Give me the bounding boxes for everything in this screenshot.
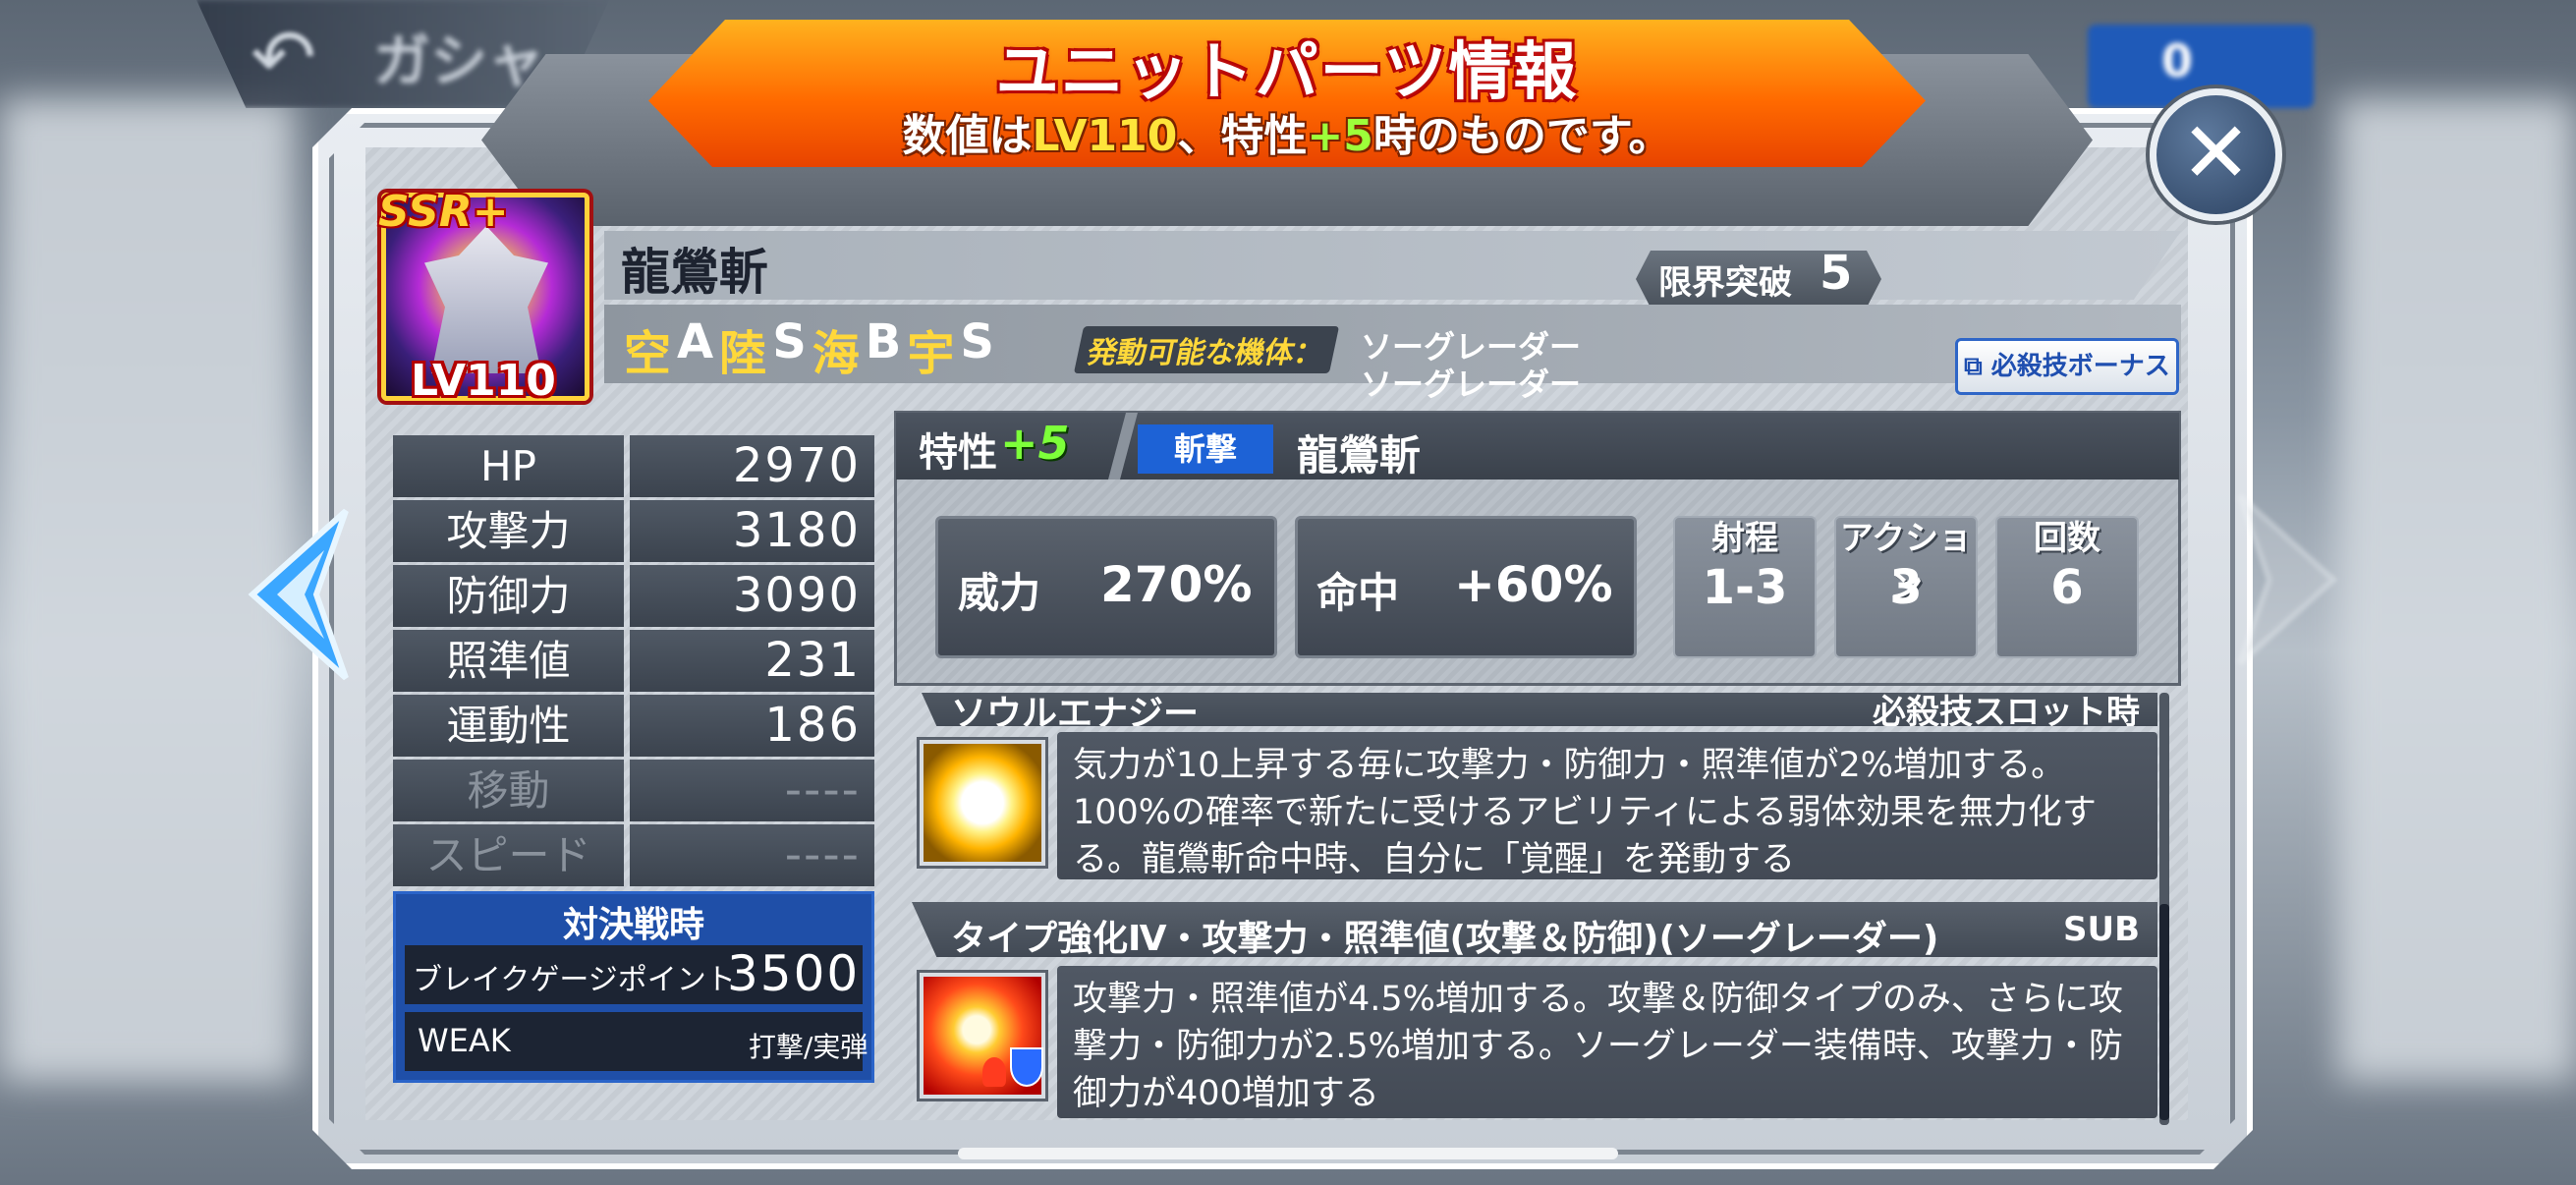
subtitle-level: LV110 [1032,111,1178,161]
ability-list[interactable]: ソウルエナジー 必殺技スロット時 気力が10上昇する毎に攻撃力・防御力・照準値が… [912,693,2179,1130]
stat-row-hp: HP 2970 [393,435,874,497]
accuracy-value: +60% [1454,556,1613,613]
stat-label: 照準値 [393,630,624,692]
stat-value: 231 [630,630,874,692]
terrain-ranks: 空A 陸S 海B 宇S [624,314,994,383]
terrain-land-label: 陸 [719,326,767,381]
skill-header [896,413,2179,480]
stat-label: 移動 [393,760,624,821]
stat-row-aim: 照準値 231 [393,630,874,692]
range-label: 射程 [1711,519,1778,558]
action-value: 3 [1889,560,1923,615]
stat-label: 防御力 [393,565,624,627]
ability-header: ソウルエナジー 必殺技スロット時 [912,693,2157,726]
next-arrow-icon[interactable] [2230,491,2338,668]
power-label: 威力 [958,569,1041,617]
shield-icon [1010,1047,1043,1087]
terrain-sea-rank: B [865,314,902,369]
stat-row-mobility: 運動性 186 [393,695,874,757]
ability-title: タイプ強化Ⅳ・攻撃力・照準値(攻撃＆防御)(ソーグレーダー) [951,919,1939,959]
stat-value: ---- [630,760,874,821]
terrain-air-label: 空 [624,326,672,381]
game-screen: ↶ ガシャ 0 ユニットパーツ情報 数値はLV110、特性+5時のものです。 ✕… [0,0,2576,1185]
currency-text: 0 [2161,34,2194,87]
back-arrow-icon[interactable]: ↶ [251,12,316,103]
subtitle-plus: +5 [1307,111,1373,161]
stat-label: スピード [393,824,624,886]
break-gauge-label: ブレイクゲージポイント [413,963,736,997]
terrain-land-rank: S [772,314,807,369]
trait-label: 特性 [919,430,997,476]
stat-value: 3090 [630,565,874,627]
terrain-space-label: 宇 [907,326,955,381]
power-value: 270% [1100,556,1253,613]
compatible-unit: ソーグレーダー [1361,366,1582,403]
limit-break-value: 5 [1820,246,1853,301]
subtitle-prefix: 数値は [902,111,1033,161]
subtitle-suffix: 時のものです。 [1372,111,1672,161]
weak-label: WEAK [418,1022,511,1059]
prev-arrow-icon[interactable] [248,506,356,683]
rarity-badge: SSR+ [378,187,509,237]
stat-row-speed: スピード ---- [393,824,874,886]
unit-name: 龍鶯斬 [621,244,768,301]
flame-icon [982,1057,1006,1087]
attack-type-badge: 斬撃 [1138,424,1273,474]
back-label: ガシャ [373,28,545,94]
stats-table: HP 2970 攻撃力 3180 防御力 3090 照準値 231 運動性 186 移動 -… [393,435,874,889]
name-strip [604,231,2181,300]
stat-row-defense: 防御力 3090 [393,565,874,627]
terrain-space-rank: S [960,314,994,369]
ability-tag: SUB [2062,910,2140,949]
close-button[interactable]: ✕ [2150,88,2282,221]
accuracy-label: 命中 [1316,569,1400,617]
level-badge: LV110 [411,356,556,406]
subtitle-mid: 、特性 [1177,111,1308,161]
sun-burst-icon [920,740,1045,866]
stat-label: 攻撃力 [393,500,624,562]
count-label: 回数 [2034,519,2100,558]
panel-subtitle: 数値はLV110、特性+5時のものです。 [648,100,1926,163]
trait-plus: +5 [1000,417,1070,470]
special-bonus-button[interactable]: ⧉ 必殺技ボーナス [1955,338,2179,395]
special-bonus-label: 必殺技ボーナス [1990,352,2170,381]
break-gauge-value: 3500 [727,945,861,1002]
terrain-air-rank: A [677,314,714,369]
home-indicator[interactable] [958,1148,1618,1159]
skill-name: 龍鶯斬 [1297,431,1422,480]
stat-value: 186 [630,695,874,757]
ability-header: タイプ強化Ⅳ・攻撃力・照準値(攻撃＆防御)(ソーグレーダー) SUB [912,902,2157,957]
weak-value: 打撃/実弾 [749,1031,868,1063]
stat-label: 運動性 [393,695,624,757]
stat-value: 3180 [630,500,874,562]
panel-title: ユニットパーツ情報 [995,36,1579,109]
ability-description: 攻撃力・照準値が4.5%増加する。攻撃＆防御タイプのみ、さらに攻撃力・防御力が2… [1057,966,2157,1118]
scrollbar-thumb[interactable] [2159,904,2169,1120]
stat-row-move: 移動 ---- [393,760,874,821]
background-right [2338,98,2576,1081]
ability-tag: 必殺技スロット時 [1873,693,2140,732]
terrain-sea-label: 海 [812,326,860,381]
copy-icon: ⧉ [1964,352,1991,381]
stat-value: 2970 [630,435,874,497]
range-value: 1-3 [1702,560,1788,615]
stat-label: HP [393,435,624,497]
explosion-icon [920,973,1045,1099]
stat-row-attack: 攻撃力 3180 [393,500,874,562]
ability-description: 気力が10上昇する毎に攻撃力・防御力・照準値が2%増加する。100%の確率で新た… [1057,732,2157,879]
ability-title: ソウルエナジー [951,694,1200,734]
battle-title: 対決戦時 [562,905,704,945]
activation-label: 発動可能な機体： [1073,326,1340,373]
stat-value: ---- [630,824,874,886]
limit-break-label: 限界突破 [1658,263,1792,303]
count-value: 6 [2050,560,2084,615]
